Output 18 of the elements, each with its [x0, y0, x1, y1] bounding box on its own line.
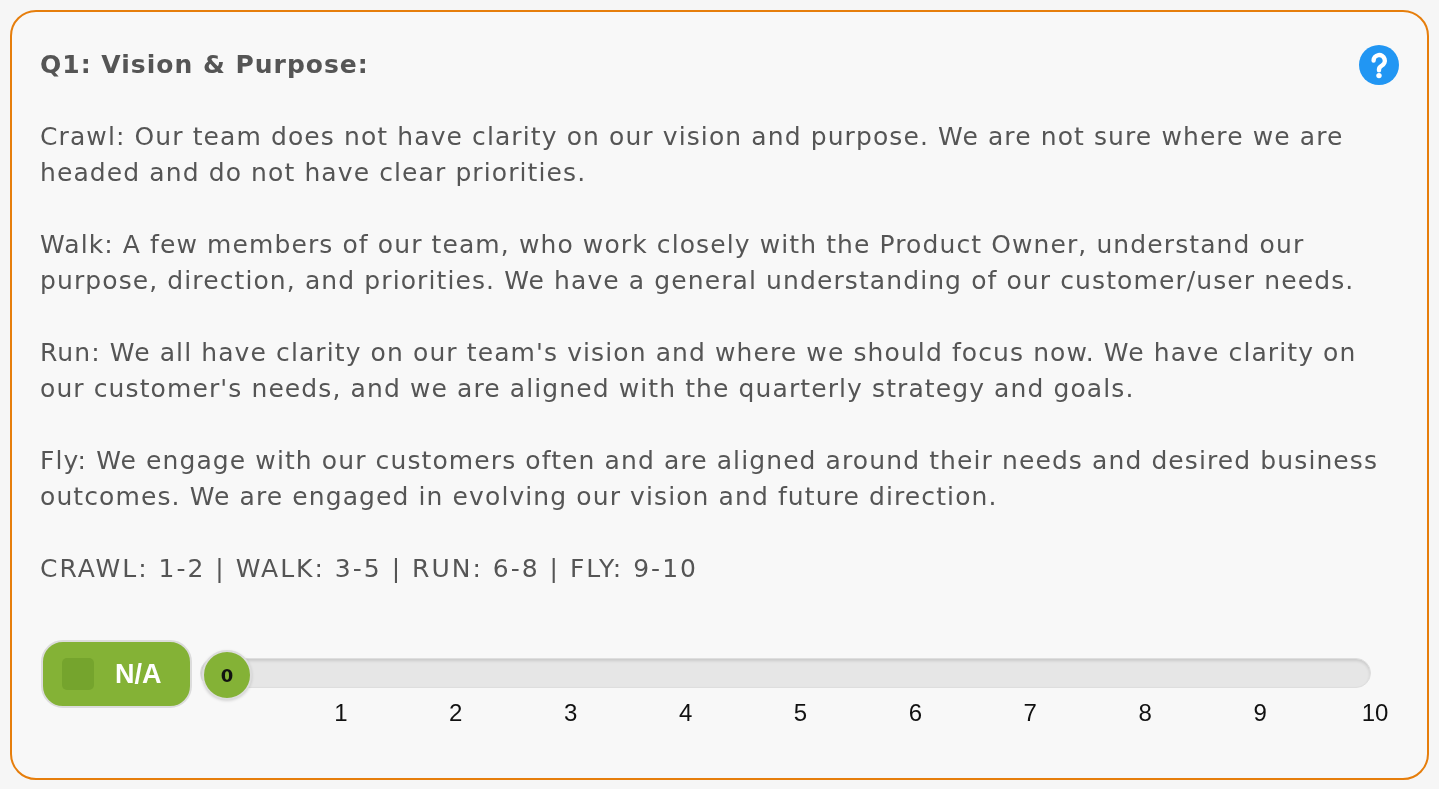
- tick-label: 8: [1138, 699, 1152, 727]
- tick-label: 10: [1361, 699, 1389, 727]
- description-text: Crawl: Our team does not have clarity on our vision and purpose. We are not sure where we are headed and do not have clear priorities.: [40, 121, 1345, 189]
- description-text: Fly: We engage with our customers often and are aligned around their needs and desired business outcomes. We are engaged in evolving our vision and future direction.: [40, 445, 1380, 513]
- slider-thumb[interactable]: 0: [202, 650, 252, 700]
- tick-label: 7: [1023, 699, 1037, 727]
- tick-label: 1: [334, 699, 348, 727]
- tick-label: 5: [793, 699, 808, 727]
- question-title: Q1: Vision & Purpose:: [40, 49, 369, 81]
- scale-legend-text: CRAWL: 1-2 | WALK: 3-5 | RUN: 6-8 | FLY: 9-10: [40, 553, 699, 585]
- description-text: Run: We all have clarity on our team's vision and where we should focus now. We have clarity on our customer's needs, and we are aligned with the quarterly strategy and goals.: [40, 337, 1358, 405]
- description-text: Walk: A few members of our team, who work closely with the Product Owner, understand our purpose, direction, and priorities. We have a general understanding of our customer/user needs.: [40, 229, 1356, 297]
- tick-label: 4: [678, 699, 693, 727]
- tick-label: 3: [564, 699, 578, 727]
- help-icon[interactable]: [1359, 45, 1399, 85]
- tick-label: 9: [1253, 699, 1267, 727]
- tick-label: 6: [908, 699, 923, 727]
- tick-label: 2: [449, 699, 463, 727]
